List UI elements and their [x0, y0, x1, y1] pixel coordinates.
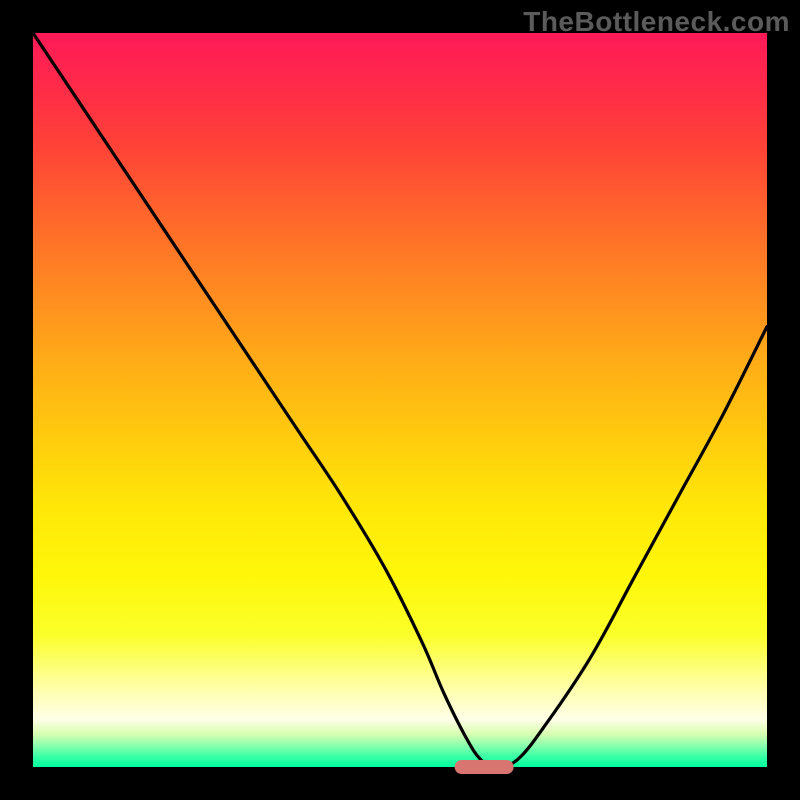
bottleneck-curve [33, 33, 767, 767]
chart-frame: TheBottleneck.com [0, 0, 800, 800]
plot-area [33, 33, 767, 767]
optimal-marker [455, 760, 514, 774]
